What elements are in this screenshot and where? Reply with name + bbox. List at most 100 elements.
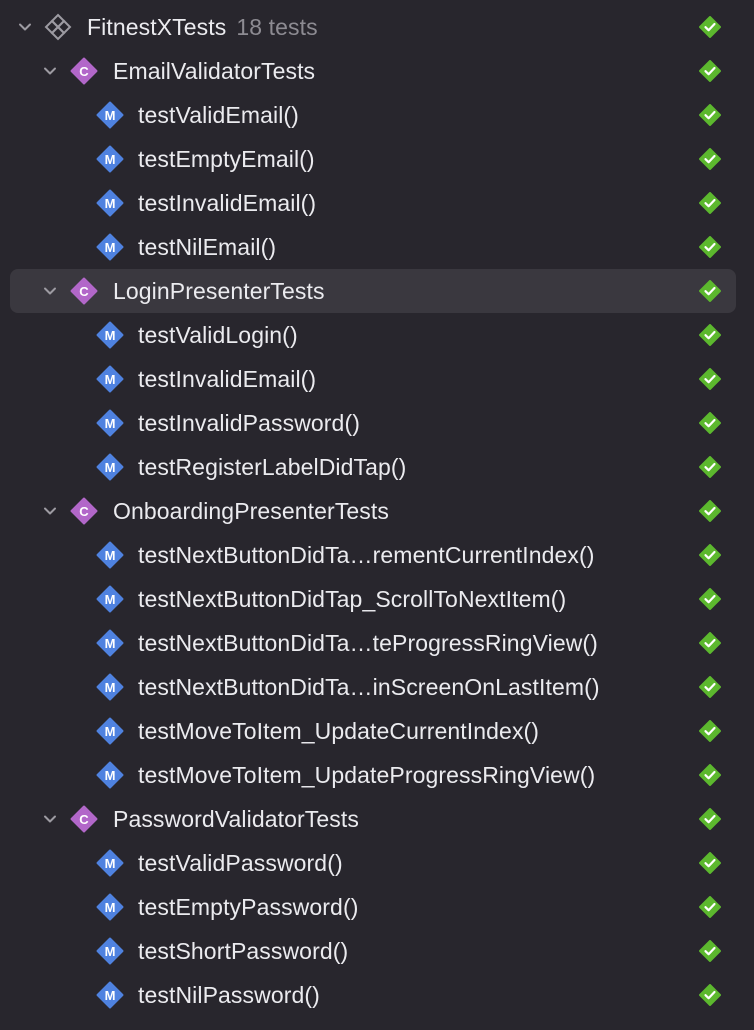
test-method-row[interactable]: M testNextButtonDidTa…rementCurrentIndex… <box>0 533 754 577</box>
test-method-row[interactable]: M testNextButtonDidTa…inScreenOnLastItem… <box>0 665 754 709</box>
method-badge-letter: M <box>105 768 116 783</box>
method-badge-letter: M <box>105 548 116 563</box>
test-navigator: FitnestXTests 18 tests C EmailValidatorTe… <box>0 5 754 1017</box>
method-icon: M <box>96 453 124 481</box>
passed-check-icon <box>699 16 721 38</box>
test-method-row[interactable]: M testNilEmail() <box>0 225 754 269</box>
class-icon: C <box>70 277 98 305</box>
passed-check-icon <box>699 676 721 698</box>
passed-check-icon <box>699 456 721 478</box>
passed-check-icon <box>699 324 721 346</box>
test-method-row[interactable]: M testValidEmail() <box>0 93 754 137</box>
test-method-row[interactable]: M testNextButtonDidTap_ScrollToNextItem(… <box>0 577 754 621</box>
method-icon: M <box>96 717 124 745</box>
method-badge-letter: M <box>105 196 116 211</box>
passed-check-icon <box>699 368 721 390</box>
method-badge-letter: M <box>105 944 116 959</box>
method-badge-letter: M <box>105 152 116 167</box>
passed-check-icon <box>699 148 721 170</box>
test-method-label: testInvalidPassword() <box>138 410 360 436</box>
test-method-row[interactable]: M testInvalidPassword() <box>0 401 754 445</box>
method-badge-letter: M <box>105 724 116 739</box>
test-method-label: testValidPassword() <box>138 850 343 876</box>
class-icon: C <box>70 805 98 833</box>
chevron-down-icon[interactable] <box>42 811 58 827</box>
test-method-label: testShortPassword() <box>138 938 349 964</box>
test-method-label: testNextButtonDidTa…inScreenOnLastItem() <box>138 674 600 700</box>
test-suite-row[interactable]: C PasswordValidatorTests <box>0 797 754 841</box>
class-badge-letter: C <box>79 284 89 299</box>
test-method-row[interactable]: M testEmptyEmail() <box>0 137 754 181</box>
test-method-row[interactable]: M testRegisterLabelDidTap() <box>0 445 754 489</box>
test-method-row[interactable]: M testInvalidEmail() <box>0 357 754 401</box>
method-badge-letter: M <box>105 592 116 607</box>
passed-check-icon <box>699 60 721 82</box>
test-method-label: testNextButtonDidTa…teProgressRingView() <box>138 630 598 656</box>
test-method-row[interactable]: M testNilPassword() <box>0 973 754 1017</box>
method-badge-letter: M <box>105 900 116 915</box>
test-method-label: testValidEmail() <box>138 102 299 128</box>
method-icon: M <box>96 145 124 173</box>
method-icon: M <box>96 233 124 261</box>
test-target-name: FitnestXTests <box>87 14 227 40</box>
method-icon: M <box>96 937 124 965</box>
test-suite-row[interactable]: C OnboardingPresenterTests <box>0 489 754 533</box>
test-method-label: testEmptyPassword() <box>138 894 359 920</box>
test-method-label: testNextButtonDidTap_ScrollToNextItem() <box>138 586 567 612</box>
class-badge-letter: C <box>79 812 89 827</box>
passed-check-icon <box>699 544 721 566</box>
test-method-label: testNextButtonDidTa…rementCurrentIndex() <box>138 542 595 568</box>
test-method-row[interactable]: M testShortPassword() <box>0 929 754 973</box>
method-badge-letter: M <box>105 416 116 431</box>
method-icon: M <box>96 629 124 657</box>
method-badge-letter: M <box>105 240 116 255</box>
test-method-row[interactable]: M testValidPassword() <box>0 841 754 885</box>
test-method-row[interactable]: M testMoveToItem_UpdateProgressRingView(… <box>0 753 754 797</box>
passed-check-icon <box>699 500 721 522</box>
test-suite-label: LoginPresenterTests <box>113 278 325 304</box>
method-badge-letter: M <box>105 856 116 871</box>
passed-check-icon <box>699 104 721 126</box>
passed-check-icon <box>699 280 721 302</box>
test-suite-label: OnboardingPresenterTests <box>113 498 389 524</box>
test-method-row[interactable]: M testEmptyPassword() <box>0 885 754 929</box>
chevron-down-icon[interactable] <box>42 283 58 299</box>
test-method-label: testNilEmail() <box>138 234 277 260</box>
method-icon: M <box>96 981 124 1009</box>
test-method-label: testInvalidEmail() <box>138 190 317 216</box>
method-icon: M <box>96 365 124 393</box>
test-suite-row[interactable]: C LoginPresenterTests <box>0 269 754 313</box>
passed-check-icon <box>699 588 721 610</box>
test-suite-row[interactable]: C EmailValidatorTests <box>0 49 754 93</box>
test-method-label: testValidLogin() <box>138 322 298 348</box>
test-suite-label: PasswordValidatorTests <box>113 806 359 832</box>
chevron-down-icon[interactable] <box>42 503 58 519</box>
method-badge-letter: M <box>105 460 116 475</box>
passed-check-icon <box>699 720 721 742</box>
passed-check-icon <box>699 940 721 962</box>
method-icon: M <box>96 585 124 613</box>
method-icon: M <box>96 321 124 349</box>
method-icon: M <box>96 409 124 437</box>
test-target-icon <box>44 13 72 41</box>
passed-check-icon <box>699 764 721 786</box>
method-badge-letter: M <box>105 988 116 1003</box>
test-method-row[interactable]: M testValidLogin() <box>0 313 754 357</box>
method-badge-letter: M <box>105 328 116 343</box>
class-icon: C <box>70 497 98 525</box>
passed-check-icon <box>699 896 721 918</box>
method-icon: M <box>96 101 124 129</box>
chevron-down-icon[interactable] <box>17 19 33 35</box>
method-icon: M <box>96 761 124 789</box>
test-target-label: FitnestXTests 18 tests <box>87 14 318 40</box>
test-method-label: testMoveToItem_UpdateCurrentIndex() <box>138 718 540 744</box>
test-target-row[interactable]: FitnestXTests 18 tests <box>0 5 754 49</box>
test-method-row[interactable]: M testNextButtonDidTa…teProgressRingView… <box>0 621 754 665</box>
passed-check-icon <box>699 632 721 654</box>
method-icon: M <box>96 849 124 877</box>
passed-check-icon <box>699 984 721 1006</box>
chevron-down-icon[interactable] <box>42 63 58 79</box>
method-badge-letter: M <box>105 680 116 695</box>
test-method-row[interactable]: M testMoveToItem_UpdateCurrentIndex() <box>0 709 754 753</box>
test-method-row[interactable]: M testInvalidEmail() <box>0 181 754 225</box>
